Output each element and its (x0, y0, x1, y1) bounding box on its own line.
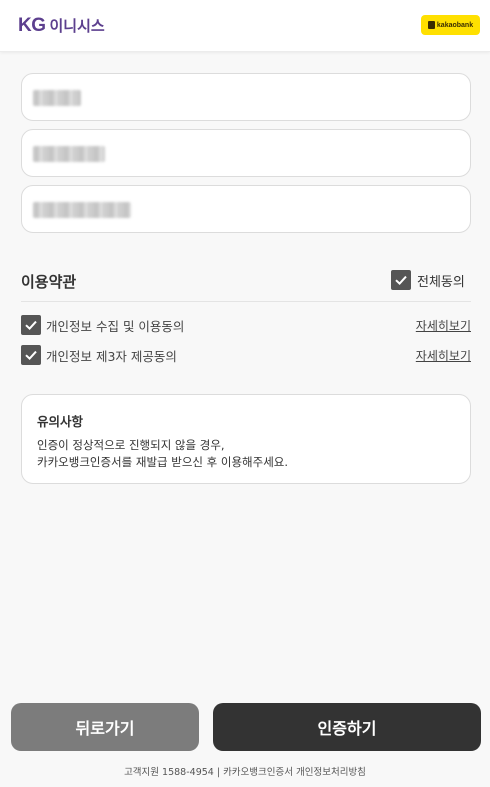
redacted-value (33, 146, 105, 162)
agree-all-checkbox[interactable]: 전체동의 (391, 270, 465, 290)
terms-divider (21, 301, 471, 302)
name-input[interactable] (21, 73, 471, 121)
logo-text: 이니시스 (49, 17, 105, 35)
terms-title: 이용약관 (21, 273, 77, 291)
redacted-value (33, 202, 131, 218)
back-button[interactable]: 뒤로가기 (11, 703, 199, 751)
term-label: 개인정보 수집 및 이용동의 (46, 318, 185, 334)
checkbox-checked-icon[interactable] (21, 345, 41, 365)
kakaobank-badge: kakaobank (421, 15, 480, 35)
term-item-third-party[interactable]: 개인정보 제3자 제공동의 자세히보기 (21, 345, 471, 365)
checkbox-checked-icon[interactable] (21, 315, 41, 335)
detail-link[interactable]: 자세히보기 (416, 347, 471, 364)
notice-title: 유의사항 (37, 414, 84, 429)
notice-box: 유의사항 인증이 정상적으로 진행되지 않을 경우, 카카오뱅크인증서를 재발급… (21, 394, 471, 484)
phone-input[interactable] (21, 129, 471, 177)
detail-link[interactable]: 자세히보기 (416, 317, 471, 334)
footer-text: 고객지원 1588-4954 | 카카오뱅크인증서 개인정보처리방침 (124, 767, 366, 778)
header-bar: KG 이니시스 kakaobank (0, 0, 490, 52)
kg-inicis-logo: KG 이니시스 (18, 15, 105, 37)
term-item-privacy-collection[interactable]: 개인정보 수집 및 이용동의 자세히보기 (21, 315, 471, 335)
notice-line: 인증이 정상적으로 진행되지 않을 경우, (37, 438, 225, 452)
kakaobank-icon (427, 21, 435, 29)
logo-kg: KG (18, 15, 46, 36)
notice-line: 카카오뱅크인증서를 재발급 받으신 후 이용해주세요. (37, 455, 289, 469)
authenticate-button[interactable]: 인증하기 (213, 703, 481, 751)
checkbox-checked-icon[interactable] (391, 270, 411, 290)
agree-all-label: 전체동의 (417, 274, 465, 290)
kakaobank-label: kakaobank (436, 21, 474, 29)
birth-input[interactable] (21, 185, 471, 233)
term-label: 개인정보 제3자 제공동의 (46, 348, 177, 364)
redacted-value (33, 90, 81, 106)
